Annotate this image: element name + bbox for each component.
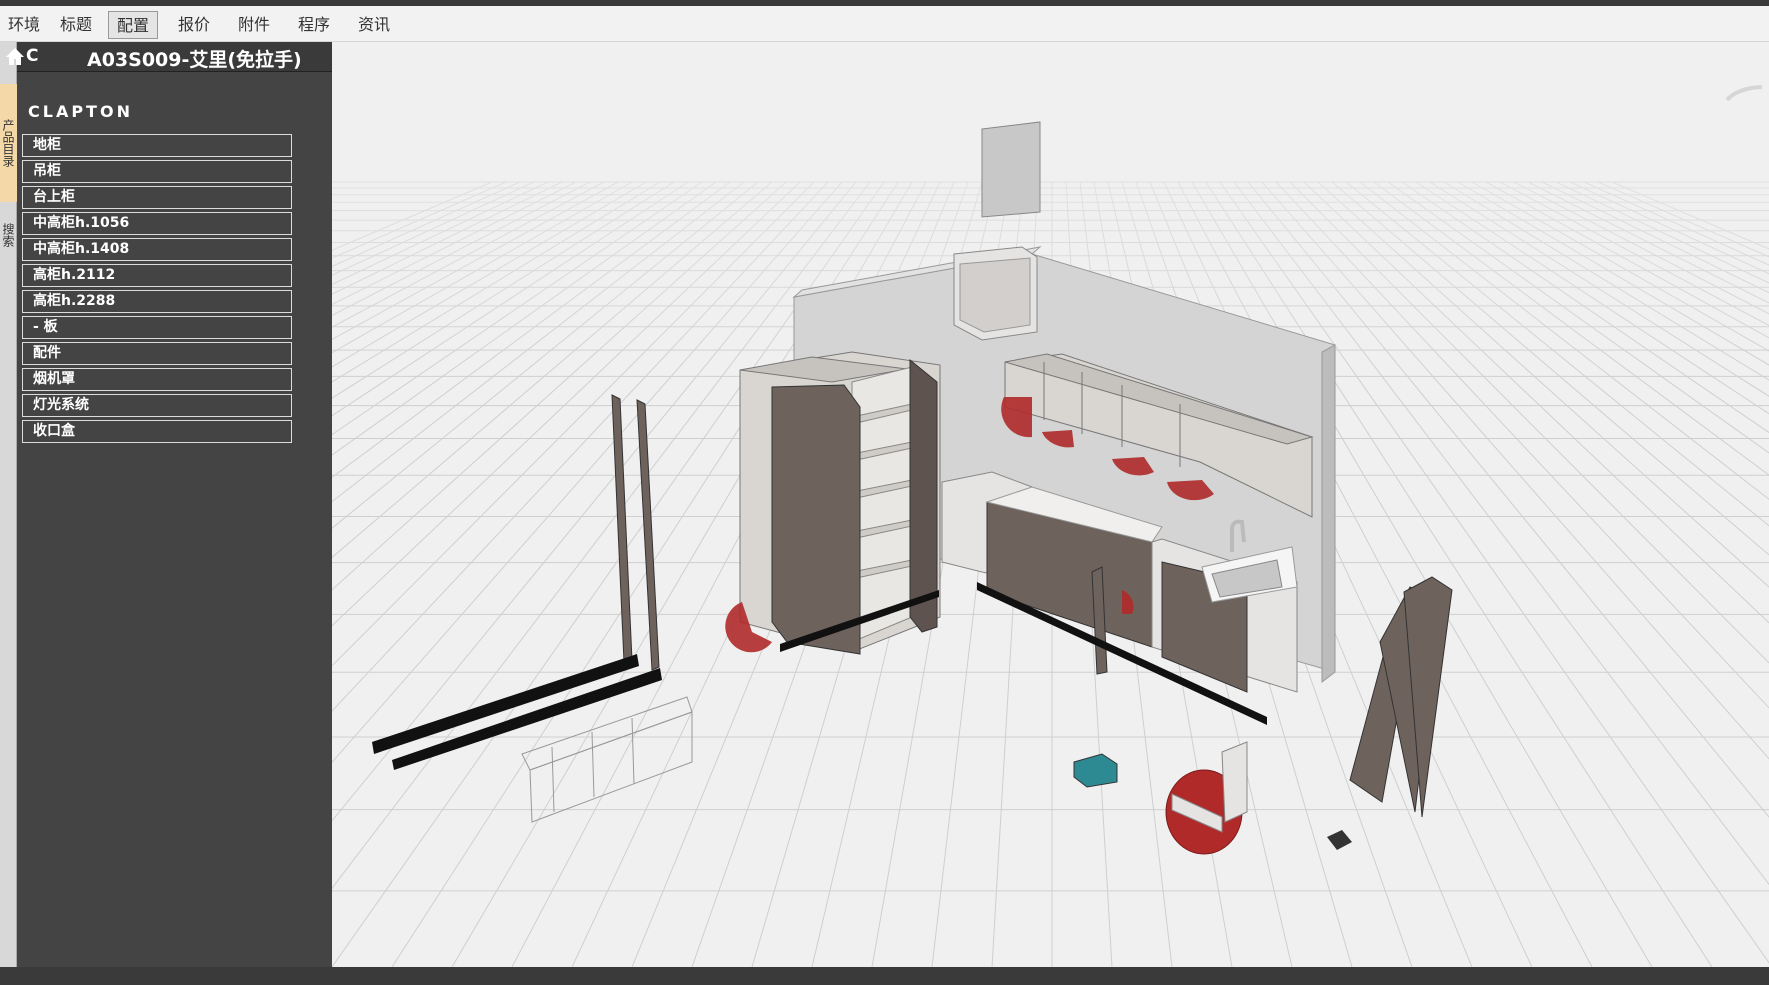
back-button[interactable]: C	[26, 46, 38, 66]
floating-panel[interactable]	[981, 121, 1041, 218]
catalog-title: A03S009-艾里(免拉手)	[87, 49, 302, 71]
category-list: 地柜 吊柜 台上柜 中高柜h.1056 中高柜h.1408 高柜h.2112 高…	[22, 134, 292, 446]
category-item-range-hood[interactable]: 烟机罩	[22, 368, 292, 391]
category-item-accessories[interactable]: 配件	[22, 342, 292, 365]
category-item-countertop-cabinet[interactable]: 台上柜	[22, 186, 292, 209]
category-item-mid-tall-1408[interactable]: 中高柜h.1408	[22, 238, 292, 261]
loose-plinths[interactable]	[372, 654, 662, 770]
tab-news[interactable]: 资讯	[350, 11, 398, 39]
brand-logo: CLAPTON	[28, 102, 133, 121]
menu-bar: 环境 标题 配置 报价 附件 程序 资讯	[0, 6, 1769, 42]
tab-product-catalog[interactable]: 产品目录	[0, 84, 17, 202]
status-bar	[0, 967, 1769, 985]
tab-quote[interactable]: 报价	[170, 11, 218, 39]
tall-door-left[interactable]	[771, 384, 861, 655]
tab-configuration[interactable]: 配置	[108, 11, 159, 39]
tall-door-right[interactable]	[909, 358, 938, 633]
category-item-base-cabinet[interactable]: 地柜	[22, 134, 292, 157]
plank-stack[interactable]	[1349, 576, 1453, 818]
category-item-trim-box[interactable]: 收口盒	[22, 420, 292, 443]
tab-search[interactable]: 搜索	[0, 212, 17, 258]
3d-viewport[interactable]	[332, 42, 1769, 967]
category-item-mid-tall-1056[interactable]: 中高柜h.1056	[22, 212, 292, 235]
category-item-panel[interactable]: - 板	[22, 316, 292, 339]
tab-program[interactable]: 程序	[290, 11, 338, 39]
catalog-panel: C A03S009-艾里(免拉手) CLAPTON 地柜 吊柜 台上柜 中高柜h…	[6, 42, 332, 967]
open-wall-cabinet[interactable]	[953, 246, 1038, 341]
kitchen-scene	[332, 42, 1769, 967]
filler-panels[interactable]	[611, 394, 660, 671]
catalog-header: C A03S009-艾里(免拉手)	[6, 42, 332, 72]
category-item-tall-2112[interactable]: 高柜h.2112	[22, 264, 292, 287]
tab-environment[interactable]: 环境	[0, 11, 48, 39]
tab-attachments[interactable]: 附件	[230, 11, 278, 39]
category-item-lighting[interactable]: 灯光系统	[22, 394, 292, 417]
app-window: 环境 标题 配置 报价 附件 程序 资讯 产品目录 搜索 C A03S009-艾…	[0, 0, 1769, 985]
tab-title[interactable]: 标题	[52, 11, 100, 39]
loose-parts[interactable]	[1073, 741, 1352, 855]
side-tab-strip: 产品目录 搜索	[0, 42, 17, 967]
category-item-tall-2288[interactable]: 高柜h.2288	[22, 290, 292, 313]
category-item-wall-cabinet[interactable]: 吊柜	[22, 160, 292, 183]
home-icon[interactable]	[5, 46, 25, 66]
